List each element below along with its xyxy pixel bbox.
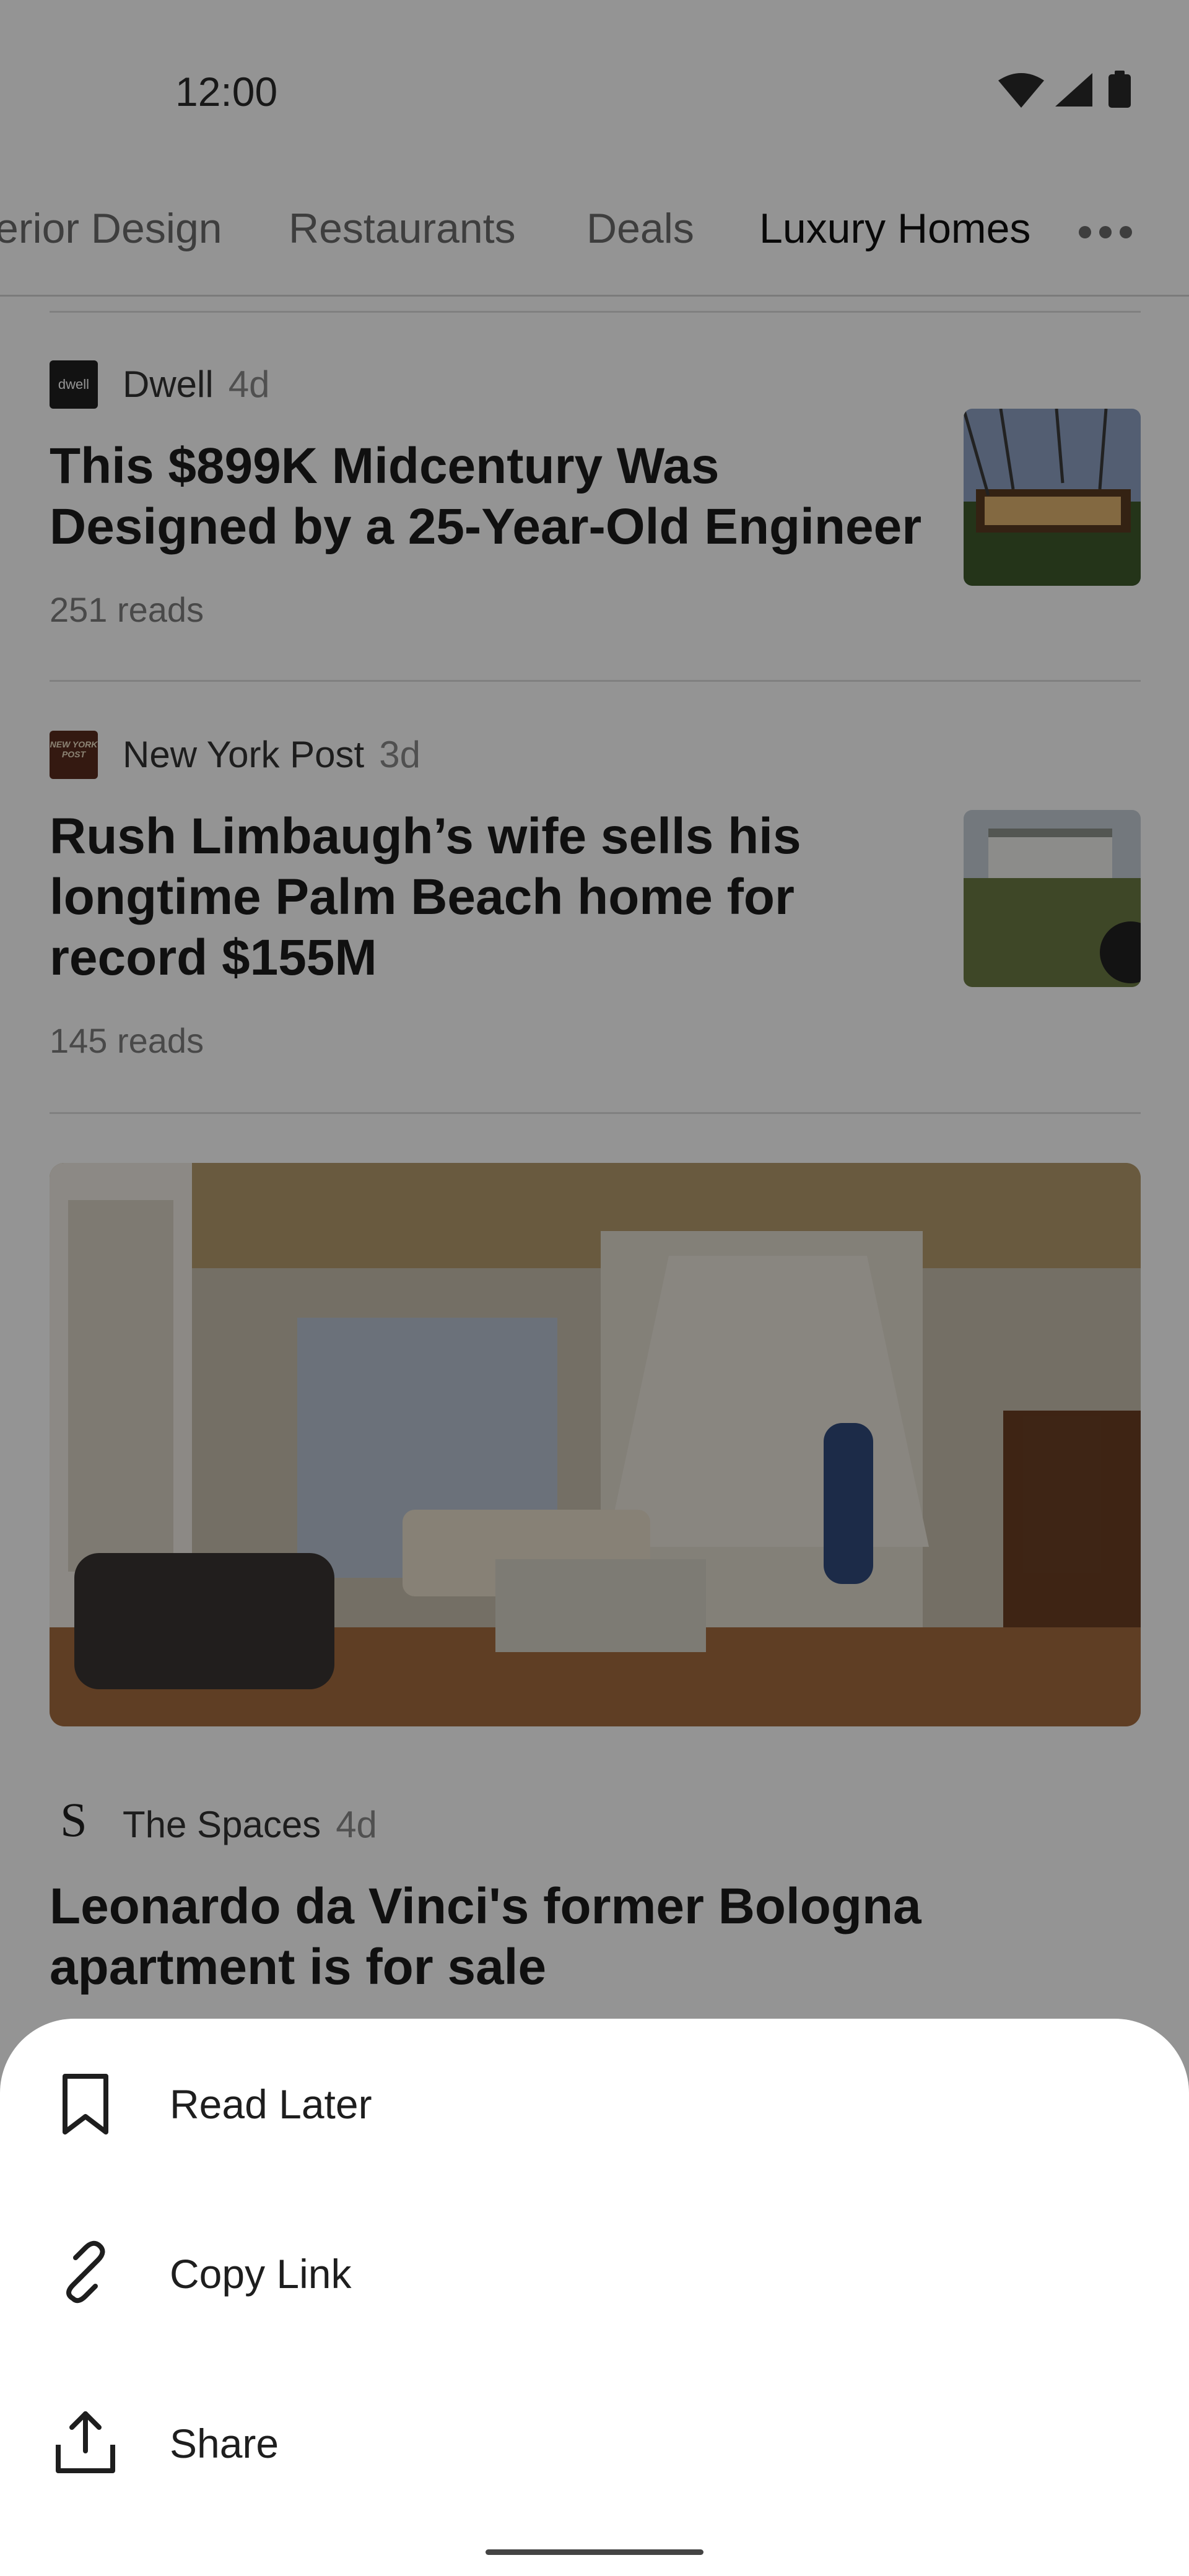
share-icon	[56, 2411, 115, 2473]
read-later-label: Read Later	[170, 2081, 372, 2127]
copy-link-option[interactable]: Copy Link	[0, 2188, 1189, 2358]
share-label: Share	[170, 2421, 279, 2466]
home-indicator[interactable]	[486, 2549, 703, 2555]
share-option[interactable]: Share	[0, 2358, 1189, 2528]
action-bottom-sheet: Read Later Copy Link Share	[0, 2019, 1189, 2576]
read-later-option[interactable]: Read Later	[0, 2019, 1189, 2188]
link-icon	[66, 2240, 105, 2304]
copy-link-label: Copy Link	[170, 2251, 352, 2297]
bookmark-icon	[63, 2074, 108, 2134]
